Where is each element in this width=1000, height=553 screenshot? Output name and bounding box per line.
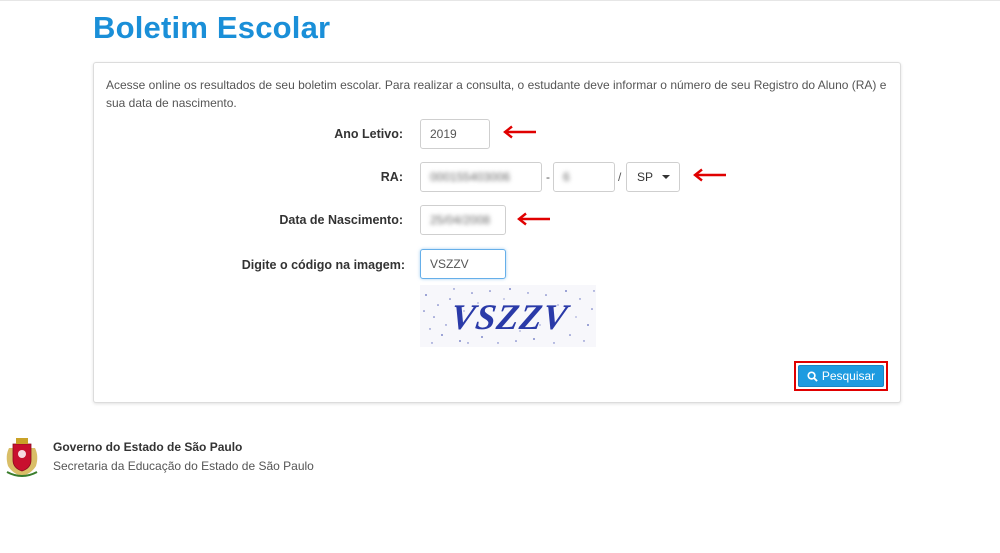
sp-crest-icon [6,438,38,477]
data-nascimento-label: Data de Nascimento: [279,213,403,227]
captcha-input[interactable]: VSZZV [420,249,506,279]
captcha-label: Digite o código na imagem: [241,258,405,272]
intro-text: Acesse online os resultados de seu bolet… [106,78,887,110]
footer: Governo do Estado de São Paulo Secretari… [0,432,400,482]
caret-down-icon [662,175,670,179]
captcha-text: VSZZV [448,297,572,337]
top-divider [0,0,1000,1]
red-arrow-icon [503,125,536,139]
ra-label: RA: [380,170,403,184]
page-title: Boletim Escolar [93,10,331,45]
ra-digit-input[interactable]: 6 [553,162,615,192]
captcha-image: VSZZV [420,285,596,347]
ano-letivo-label: Ano Letivo: [334,127,403,141]
data-nascimento-input[interactable]: 25/04/2008 [420,205,506,235]
ra-digit-value: 6 [563,170,570,184]
search-icon [807,370,818,382]
red-arrow-icon [693,168,726,182]
ra-dash-separator: - [546,170,550,184]
search-button[interactable]: Pesquisar [798,365,884,387]
ra-slash-separator: / [618,170,622,184]
search-card: Acesse online os resultados de seu bolet… [93,62,901,403]
data-nascimento-value: 25/04/2008 [430,213,491,227]
submit-highlight: Pesquisar [794,361,888,391]
ra-uf-value: SP [637,170,654,184]
org-subtitle: Secretaria da Educação do Estado de São … [53,459,314,473]
ano-letivo-input[interactable]: 2019 [420,119,490,149]
ra-number-value: 000155403006 [430,170,511,184]
search-button-label: Pesquisar [821,369,876,383]
ra-uf-select[interactable]: SP [626,162,680,192]
org-name: Governo do Estado de São Paulo [53,440,243,454]
ra-number-input[interactable]: 000155403006 [420,162,542,192]
red-arrow-icon [517,212,550,226]
